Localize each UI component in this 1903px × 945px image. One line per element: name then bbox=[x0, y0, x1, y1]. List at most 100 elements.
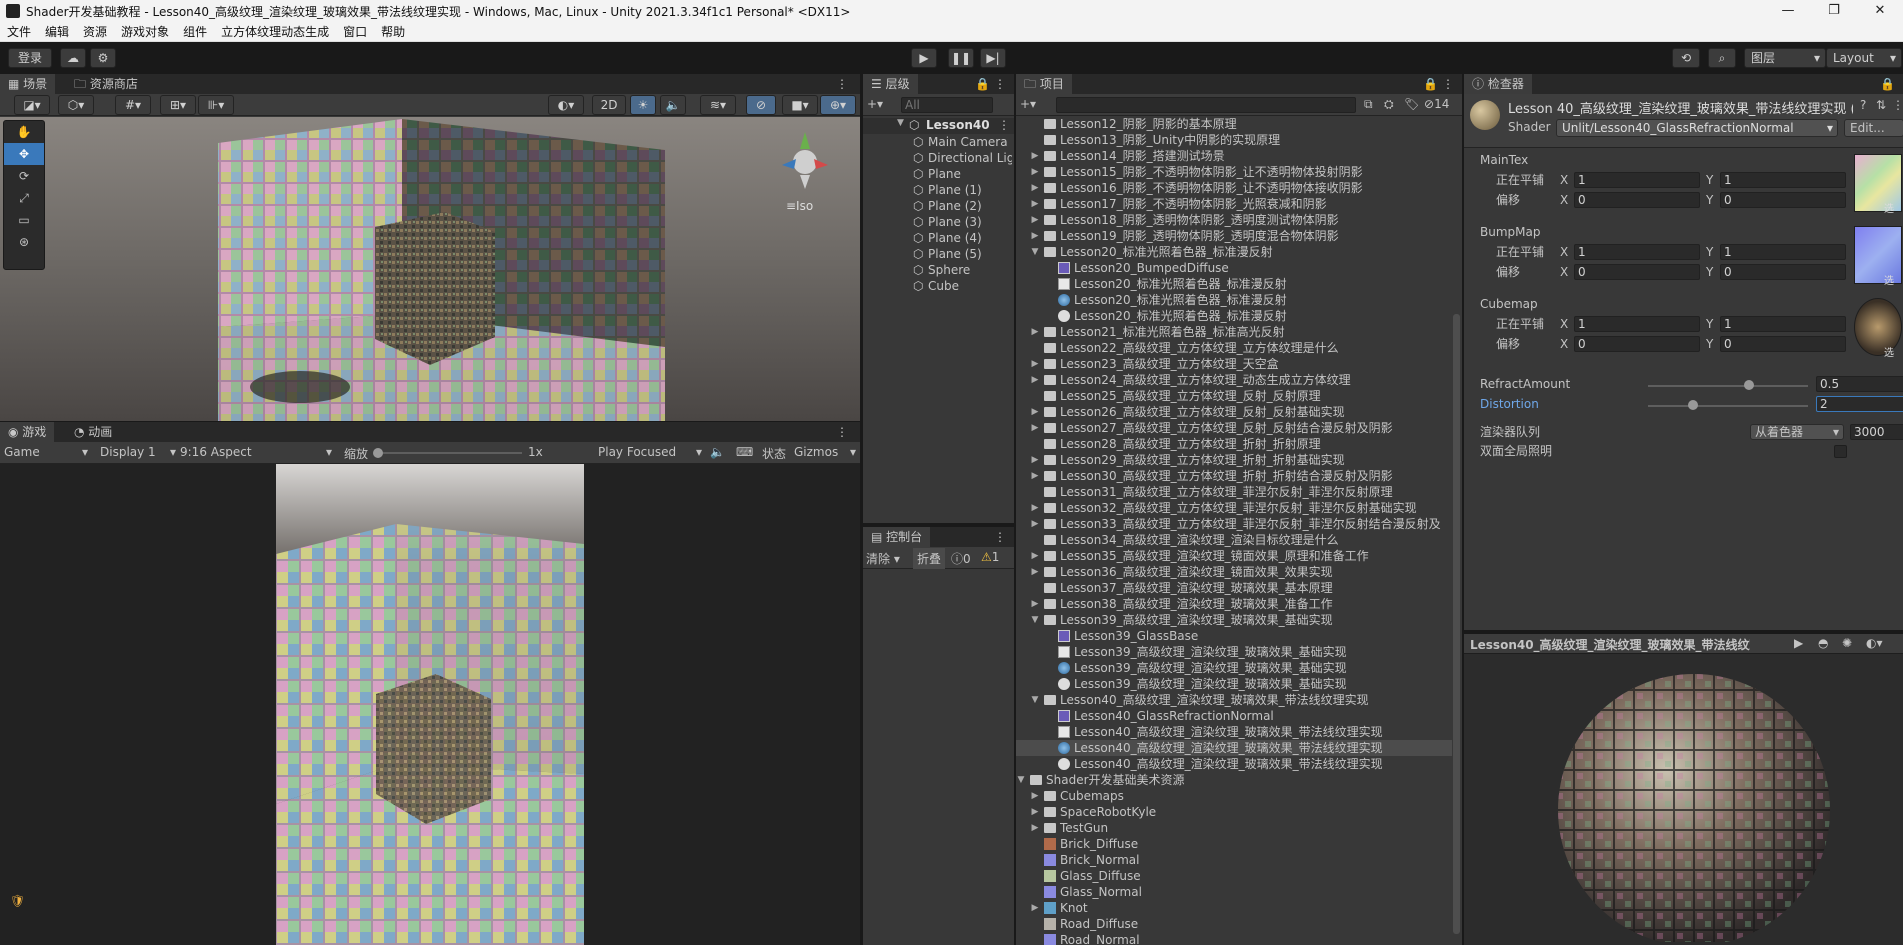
tab-game[interactable]: ◉ 游戏 bbox=[0, 422, 55, 442]
edit-shader-button[interactable]: Edit... bbox=[1844, 119, 1903, 137]
material-preview-sphere[interactable] bbox=[1554, 670, 1834, 942]
2d-toggle[interactable]: 2D bbox=[592, 95, 626, 115]
fold-icon[interactable]: ▶ bbox=[1030, 516, 1040, 532]
filter-icon[interactable]: ⛭ bbox=[1384, 97, 1394, 112]
pivot-icon[interactable]: ⬡▾ bbox=[58, 95, 94, 115]
project-item[interactable]: ▼ Lesson39_高级纹理_渲染纹理_玻璃效果_基础实现 bbox=[1016, 612, 1452, 628]
tab-console[interactable]: ▤ 控制台 bbox=[863, 527, 931, 547]
tiling-x-field[interactable]: 1 bbox=[1574, 172, 1700, 188]
project-item[interactable]: ▼ Shader开发基础美术资源 bbox=[1016, 772, 1452, 788]
tab-hierarchy[interactable]: ☰ 层级 bbox=[863, 74, 918, 94]
project-item[interactable]: ▶ Lesson35_高级纹理_渲染纹理_镜面效果_原理和准备工作 bbox=[1016, 548, 1452, 564]
select-texture-button[interactable]: 选 bbox=[1884, 272, 1894, 287]
transform-tool-icon[interactable]: ⊛ bbox=[4, 231, 44, 253]
project-item[interactable]: Road_Normal bbox=[1016, 932, 1452, 945]
light-icon[interactable]: ✺ bbox=[1842, 636, 1852, 650]
project-item[interactable]: ▼ Lesson40_高级纹理_渲染纹理_玻璃效果_带法线纹理实现 bbox=[1016, 692, 1452, 708]
project-item[interactable]: ▶ Lesson33_高级纹理_立方体纹理_菲涅尔反射_菲涅尔反射结合漫反射及 bbox=[1016, 516, 1452, 532]
fold-icon[interactable]: ▶ bbox=[1030, 324, 1040, 340]
refract-amount-field[interactable]: 0.5 bbox=[1816, 376, 1903, 392]
project-item[interactable]: Lesson40_高级纹理_渲染纹理_玻璃效果_带法线纹理实现 bbox=[1016, 740, 1452, 756]
tiling-y-field[interactable]: 1 bbox=[1720, 316, 1846, 332]
layers-dropdown[interactable]: 图层 ▾ bbox=[1744, 48, 1826, 68]
project-item[interactable]: Lesson12_阴影_阴影的基本原理 bbox=[1016, 116, 1452, 132]
project-item[interactable]: ▶ SpaceRobotKyle bbox=[1016, 804, 1452, 820]
history-icon[interactable]: ⟲ bbox=[1672, 48, 1700, 68]
game-viewport[interactable] bbox=[276, 464, 584, 945]
hierarchy-search-input[interactable]: All bbox=[901, 97, 993, 113]
fold-icon[interactable]: ▶ bbox=[1030, 420, 1040, 436]
minimize-icon[interactable]: — bbox=[1765, 0, 1811, 22]
move-tool-icon[interactable]: ✥ bbox=[4, 143, 44, 165]
offset-y-field[interactable]: 0 bbox=[1720, 336, 1846, 352]
fold-icon[interactable]: ▶ bbox=[1030, 372, 1040, 388]
fold-icon[interactable]: ▶ bbox=[1030, 500, 1040, 516]
hand-tool-icon[interactable]: ✋ bbox=[4, 121, 44, 143]
texture-thumbnail[interactable] bbox=[1854, 226, 1902, 284]
project-item[interactable]: Lesson25_高级纹理_立方体纹理_反射_反射原理 bbox=[1016, 388, 1452, 404]
distortion-knob[interactable] bbox=[1688, 400, 1698, 410]
menu-cubemap-gen[interactable]: 立方体纹理动态生成 bbox=[214, 23, 336, 40]
fold-icon[interactable]: ▶ bbox=[1030, 468, 1040, 484]
play-button[interactable]: ▶ bbox=[911, 48, 937, 68]
fold-icon[interactable]: ▶ bbox=[1030, 548, 1040, 564]
scale-slider[interactable] bbox=[378, 452, 522, 454]
play-preview-icon[interactable]: ▶ bbox=[1794, 636, 1803, 650]
layout-dropdown[interactable]: Layout ▾ bbox=[1826, 48, 1902, 68]
search-icon[interactable]: ⌕ bbox=[1708, 48, 1736, 68]
offset-x-field[interactable]: 0 bbox=[1574, 264, 1700, 280]
project-item[interactable]: ▶ Lesson21_标准光照着色器_标准高光反射 bbox=[1016, 324, 1452, 340]
more-icon[interactable]: ⋮ bbox=[1434, 74, 1462, 94]
game-select[interactable]: Game ▾ bbox=[4, 445, 88, 459]
more-icon[interactable]: ⋮ bbox=[1892, 98, 1903, 112]
aspect-select[interactable]: 9:16 Aspect ▾ bbox=[180, 445, 332, 459]
project-item[interactable]: Lesson20_BumpedDiffuse bbox=[1016, 260, 1452, 276]
more-icon[interactable]: ⋮ bbox=[998, 118, 1010, 132]
project-item[interactable]: Glass_Normal bbox=[1016, 884, 1452, 900]
hidden-packages-icon[interactable]: ⊘14 bbox=[1424, 97, 1449, 111]
project-item[interactable]: Lesson39_高级纹理_渲染纹理_玻璃效果_基础实现 bbox=[1016, 644, 1452, 660]
clear-button[interactable]: 清除 ▾ bbox=[866, 550, 900, 567]
tab-animation[interactable]: ◔ 动画 bbox=[66, 422, 120, 442]
more-icon[interactable]: ⋮ bbox=[986, 527, 1014, 547]
label-icon[interactable]: 🏷 bbox=[1404, 97, 1419, 111]
shader-dropdown[interactable]: Unlit/Lesson40_GlassRefractionNormal ▾ bbox=[1556, 119, 1838, 137]
more-icon[interactable]: ⋮ bbox=[828, 74, 856, 94]
fold-icon[interactable]: ▶ bbox=[1030, 196, 1040, 212]
project-item[interactable]: ▶ Lesson19_阴影_透明物体阴影_透明度混合物体阴影 bbox=[1016, 228, 1452, 244]
menu-edit[interactable]: 编辑 bbox=[38, 23, 76, 40]
hierarchy-item[interactable]: ⬡ Sphere bbox=[863, 262, 1014, 278]
offset-x-field[interactable]: 0 bbox=[1574, 336, 1700, 352]
project-item[interactable]: Lesson34_高级纹理_渲染纹理_渲染目标纹理是什么 bbox=[1016, 532, 1452, 548]
project-item[interactable]: ▶ Lesson18_阴影_透明物体阴影_透明度测试物体阴影 bbox=[1016, 212, 1452, 228]
menu-gameobject[interactable]: 游戏对象 bbox=[114, 23, 176, 40]
project-item[interactable]: Lesson37_高级纹理_渲染纹理_玻璃效果_基本原理 bbox=[1016, 580, 1452, 596]
project-item[interactable]: ▶ Lesson16_阴影_不透明物体阴影_让不透明物体接收阴影 bbox=[1016, 180, 1452, 196]
project-item[interactable]: Road_Diffuse bbox=[1016, 916, 1452, 932]
menu-help[interactable]: 帮助 bbox=[374, 23, 412, 40]
project-item[interactable]: ▶ Lesson38_高级纹理_渲染纹理_玻璃效果_准备工作 bbox=[1016, 596, 1452, 612]
error-filter[interactable]: ⓘ0 bbox=[951, 550, 971, 567]
project-item[interactable]: Glass_Diffuse bbox=[1016, 868, 1452, 884]
refract-amount-knob[interactable] bbox=[1744, 380, 1754, 390]
step-button[interactable]: ▶| bbox=[980, 48, 1006, 68]
more-icon[interactable]: ⋮ bbox=[986, 74, 1014, 94]
play-focused-select[interactable]: Play Focused ▾ bbox=[598, 445, 702, 459]
rotate-tool-icon[interactable]: ⟳ bbox=[4, 165, 44, 187]
hierarchy-item[interactable]: ⬡ Directional Light bbox=[863, 150, 1014, 166]
maximize-icon[interactable]: ❐ bbox=[1811, 0, 1857, 22]
project-item[interactable]: Lesson20_标准光照着色器_标准漫反射 bbox=[1016, 292, 1452, 308]
fold-icon[interactable]: ▶ bbox=[1030, 404, 1040, 420]
help-icon[interactable]: ? bbox=[1860, 98, 1866, 112]
tab-scene[interactable]: ▦ 场景 bbox=[0, 74, 56, 94]
project-item[interactable]: Lesson13_阴影_Unity中阴影的实现原理 bbox=[1016, 132, 1452, 148]
project-item[interactable]: ▶ Lesson36_高级纹理_渲染纹理_镜面效果_效果实现 bbox=[1016, 564, 1452, 580]
fold-icon[interactable]: ▶ bbox=[1030, 900, 1040, 916]
scene-gizmo[interactable] bbox=[770, 127, 840, 197]
distortion-slider[interactable] bbox=[1648, 405, 1808, 407]
fold-icon[interactable]: ▶ bbox=[1030, 564, 1040, 580]
project-item[interactable]: ▶ Lesson23_高级纹理_立方体纹理_天空盒 bbox=[1016, 356, 1452, 372]
camera-icon[interactable]: ■▾ bbox=[782, 95, 818, 115]
fold-icon[interactable]: ▶ bbox=[1030, 212, 1040, 228]
lock-icon[interactable]: 🔒 bbox=[1872, 74, 1903, 94]
